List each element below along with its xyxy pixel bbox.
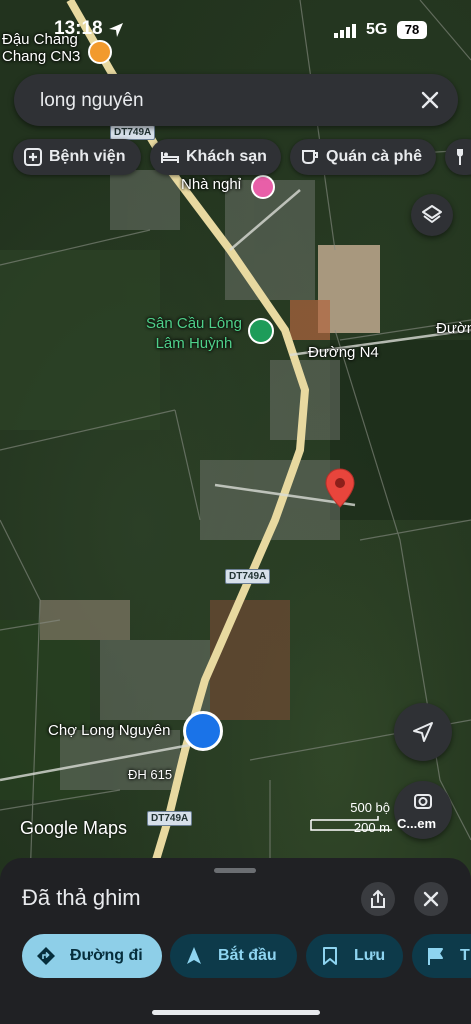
chip-hotel[interactable]: Khách sạn [150, 139, 281, 175]
map-view[interactable]: Đậu Chang Chang CN3 Nhà nghỉ Sân Cầu Lôn… [0, 0, 471, 880]
directions-button[interactable]: Đường đi [22, 934, 162, 978]
share-button[interactable] [361, 882, 395, 916]
route-shield-bottom: DT749A [147, 811, 193, 826]
status-time: 13:18 [54, 18, 103, 39]
map-scale: 500 bộ 200 m [308, 800, 396, 836]
start-label: Bắt đầu [218, 947, 277, 964]
layers-button[interactable] [411, 194, 453, 236]
chip-hospital-label: Bệnh viện [49, 148, 126, 165]
chip-hospital[interactable]: Bệnh viện [13, 139, 141, 175]
close-sheet-button[interactable] [414, 882, 448, 916]
signal-bars-icon [334, 24, 356, 38]
flag-icon [428, 948, 443, 965]
share-icon [371, 889, 385, 908]
chip-cafe-label: Quán cà phê [326, 148, 423, 165]
bed-icon [161, 152, 179, 163]
route-shield-top: DT749A [110, 125, 156, 140]
hotel-pin-icon[interactable] [251, 175, 275, 199]
close-icon[interactable] [418, 88, 442, 112]
dropped-pin-icon[interactable] [325, 468, 355, 508]
poi-san-cau-long-line1[interactable]: Sân Cầu Lông [146, 314, 242, 334]
layers-icon [422, 205, 442, 223]
poi-san-cau-long-line2[interactable]: Lâm Huỳnh [146, 334, 242, 354]
hospital-icon [24, 148, 42, 166]
label-button[interactable]: T [412, 934, 471, 978]
road-dh615-label: ĐH 615 [128, 767, 173, 782]
sheet-title: Đã thả ghim [22, 885, 141, 910]
coffee-icon [302, 150, 318, 164]
my-location-button[interactable] [394, 703, 452, 761]
route-shield-middle: DT749A [225, 569, 271, 584]
close-icon [423, 891, 439, 907]
poi-nha-nghi[interactable]: Nhà nghỉ [181, 176, 241, 193]
scale-bar [310, 816, 392, 831]
street-duong-n4: Đường N4 [308, 344, 379, 361]
label-button-label: T [460, 947, 470, 964]
battery-icon: 78 [397, 21, 427, 39]
save-button[interactable]: Lưu [306, 934, 403, 978]
start-button[interactable]: Bắt đầu [170, 934, 297, 978]
street-view-label: C...em [397, 816, 437, 831]
poi-cho-long-nguyen[interactable]: Chợ Long Nguyên [48, 722, 170, 739]
location-arrow-icon [413, 722, 433, 742]
status-network: 5G [366, 21, 388, 38]
camera-lens-icon [414, 794, 432, 809]
bookmark-icon [323, 947, 337, 965]
scale-imperial: 500 bộ [350, 800, 390, 815]
google-maps-logo: Google Maps [20, 818, 128, 838]
search-bar[interactable] [14, 74, 458, 126]
sheet-drag-handle[interactable] [214, 868, 256, 873]
street-duong-edge: Đườn [436, 320, 471, 337]
directions-label: Đường đi [70, 947, 143, 964]
street-view-button[interactable]: C...em [394, 781, 452, 839]
chip-hotel-label: Khách sạn [186, 148, 267, 165]
place-bottom-sheet[interactable]: Đã thả ghim Đường đi Bắt đầu Lưu T [0, 858, 471, 1024]
status-bar: 13:18 5G 78 [0, 0, 471, 52]
home-indicator[interactable] [152, 1010, 320, 1015]
location-services-icon [109, 23, 123, 37]
directions-icon [37, 947, 55, 965]
market-pin-icon[interactable] [183, 711, 223, 751]
search-input[interactable] [38, 86, 402, 116]
chip-cafe[interactable]: Quán cà phê [290, 139, 436, 175]
fork-knife-icon [457, 149, 463, 165]
sports-pin-icon[interactable] [248, 318, 274, 344]
save-label: Lưu [354, 947, 386, 964]
navigate-arrow-icon [187, 947, 201, 964]
